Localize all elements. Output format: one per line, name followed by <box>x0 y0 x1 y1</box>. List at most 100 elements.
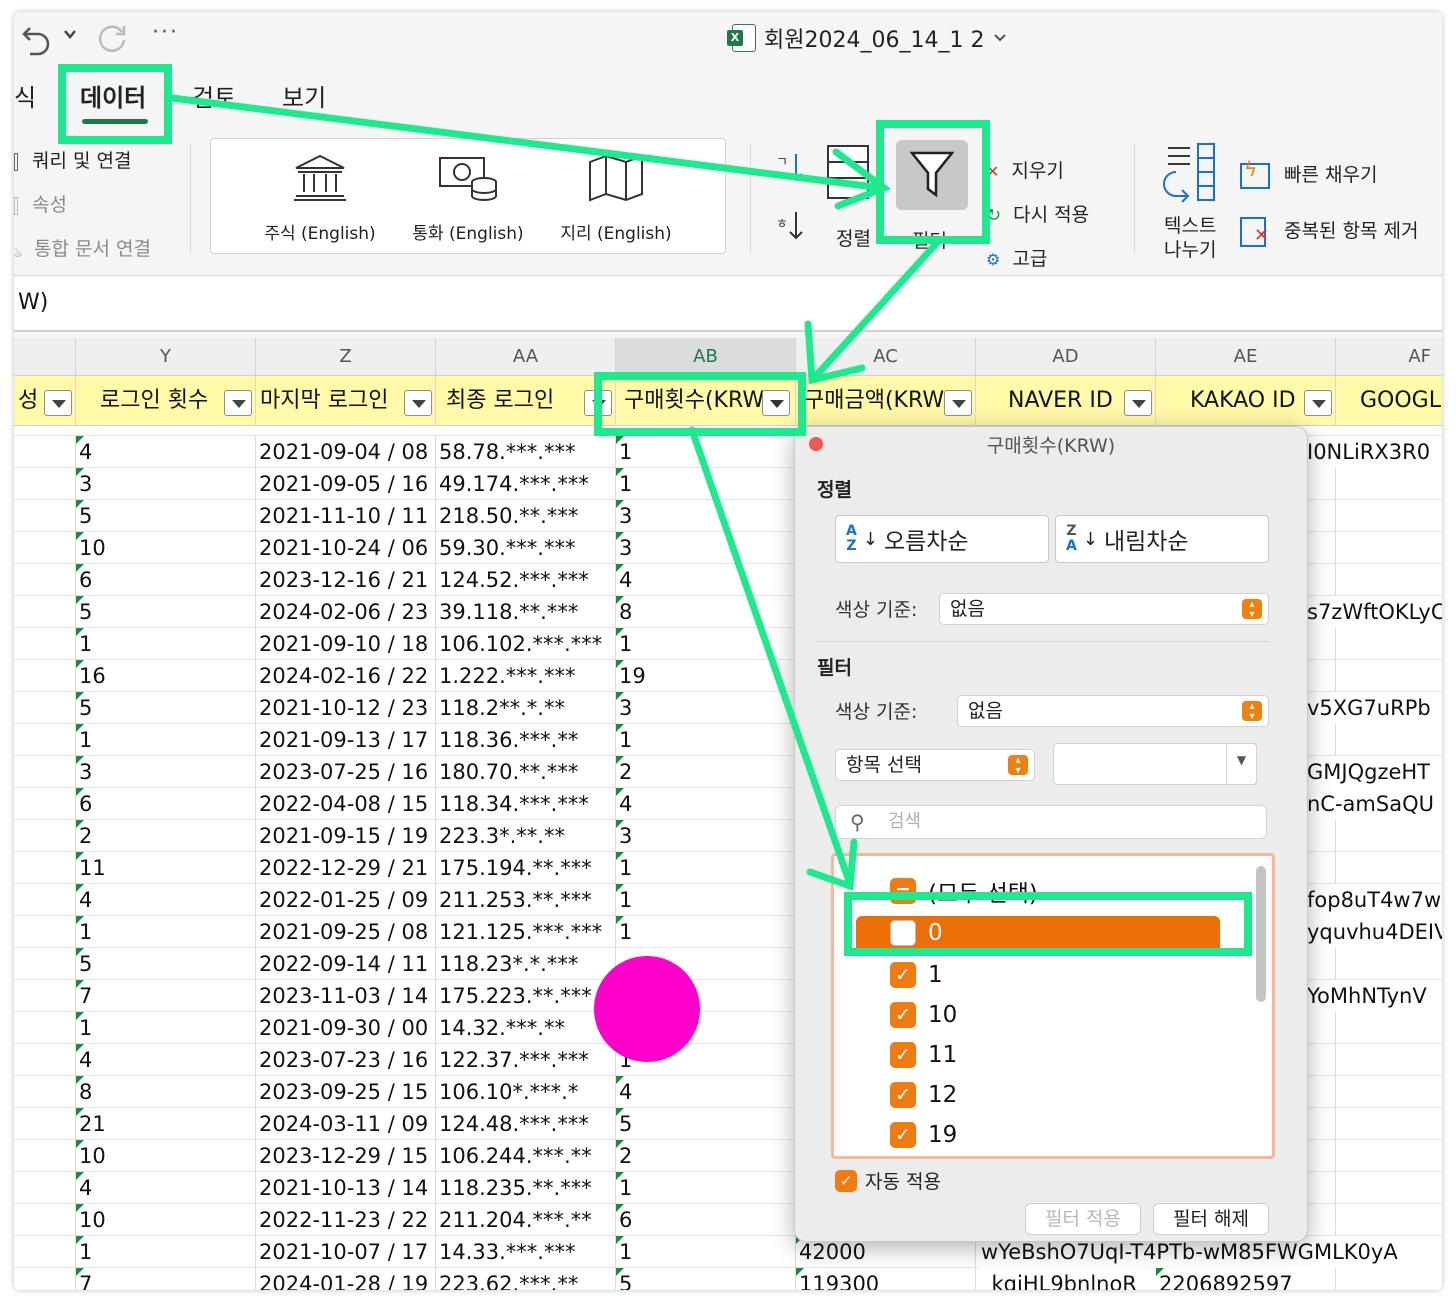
table-cell[interactable]: 2023-07-25 / 16 <box>256 756 436 788</box>
table-cell[interactable] <box>1336 1172 1442 1204</box>
sort-ascending-button[interactable]: A Z ↓ 오름차순 <box>835 515 1049 563</box>
table-cell[interactable]: 3 <box>616 692 796 724</box>
table-cell[interactable]: 2 <box>616 756 796 788</box>
table-cell[interactable]: 2021-11-10 / 11 <box>256 500 436 532</box>
table-cell[interactable] <box>1336 532 1442 564</box>
list-item[interactable]: ✓ 1 <box>890 962 943 988</box>
table-cell[interactable]: 16 <box>76 660 256 692</box>
table-cell[interactable]: 58.78.***.*** <box>436 436 616 468</box>
table-cell[interactable] <box>14 564 76 596</box>
table-cell[interactable] <box>1336 948 1442 980</box>
table-cell[interactable] <box>14 1172 76 1204</box>
table-cell[interactable]: 118.34.***.*** <box>436 788 616 820</box>
table-cell[interactable]: 2023-12-29 / 15 <box>256 1140 436 1172</box>
table-cell[interactable]: 11 <box>76 852 256 884</box>
currency-button[interactable]: 통화 (English) <box>403 149 533 244</box>
table-cell[interactable] <box>14 1140 76 1172</box>
formula-bar[interactable]: W) <box>14 278 1442 332</box>
table-cell[interactable] <box>1336 564 1442 596</box>
table-cell-id[interactable]: yquvhu4DEIV <box>1304 916 1442 948</box>
table-cell[interactable]: 6 <box>76 788 256 820</box>
table-cell[interactable]: 106.10*.***.* <box>436 1076 616 1108</box>
table-cell[interactable]: 4 <box>616 1076 796 1108</box>
table-cell[interactable]: 118.2**.*.** <box>436 692 616 724</box>
search-input[interactable]: ⚲ 검색 <box>835 805 1267 839</box>
sort-button-label[interactable]: 정렬 <box>836 224 871 251</box>
table-cell[interactable]: 1 <box>76 724 256 756</box>
flash-fill-button[interactable]: ϟ 빠른 채우기 <box>1240 157 1377 189</box>
table-cell[interactable] <box>14 1204 76 1236</box>
table-cell[interactable] <box>14 852 76 884</box>
table-cell[interactable] <box>14 1268 76 1290</box>
table-cell[interactable] <box>14 756 76 788</box>
list-item[interactable]: ✓ 11 <box>890 1042 957 1068</box>
sort-az-icon[interactable]: ㄱ <box>774 150 804 196</box>
table-cell[interactable]: 2022-09-14 / 11 <box>256 948 436 980</box>
table-cell[interactable]: 2022-04-08 / 15 <box>256 788 436 820</box>
table-cell[interactable] <box>14 884 76 916</box>
table-cell[interactable]: 6 <box>616 1204 796 1236</box>
table-cell[interactable] <box>14 916 76 948</box>
table-cell[interactable]: 8 <box>616 596 796 628</box>
table-cell[interactable]: 2023-07-23 / 16 <box>256 1044 436 1076</box>
table-cell[interactable]: 5 <box>616 1108 796 1140</box>
table-cell[interactable]: 180.70.**.*** <box>436 756 616 788</box>
table-cell[interactable] <box>1336 1204 1442 1236</box>
table-cell[interactable] <box>14 1076 76 1108</box>
column-header-x[interactable] <box>14 338 76 376</box>
table-cell[interactable] <box>1336 468 1442 500</box>
table-cell[interactable]: 5 <box>616 1268 796 1290</box>
sort-dialog-icon[interactable] <box>826 142 882 207</box>
table-cell[interactable]: 6 <box>76 564 256 596</box>
table-cell[interactable]: 223.62.***.** <box>436 1268 616 1290</box>
table-cell-id[interactable]: fop8uT4w7w <box>1304 884 1442 916</box>
table-cell[interactable]: 1 <box>616 628 796 660</box>
table-cell[interactable]: 1.222.***.*** <box>436 660 616 692</box>
table-cell[interactable]: 5 <box>76 948 256 980</box>
table-cell[interactable]: 1 <box>616 852 796 884</box>
table-cell[interactable]: 175.223.**.*** <box>436 980 616 1012</box>
column-header-aa[interactable]: AA <box>436 338 616 376</box>
table-cell[interactable]: 2023-11-03 / 14 <box>256 980 436 1012</box>
table-cell[interactable]: 118.235.**.*** <box>436 1172 616 1204</box>
table-cell[interactable]: 4 <box>76 1044 256 1076</box>
table-cell[interactable]: 21 <box>76 1108 256 1140</box>
table-cell[interactable]: 7 <box>76 980 256 1012</box>
table-cell[interactable]: 2021-10-24 / 06 <box>256 532 436 564</box>
list-item[interactable]: ✓ 12 <box>890 1082 957 1108</box>
table-cell[interactable]: 1 <box>616 1172 796 1204</box>
table-cell[interactable] <box>1336 628 1442 660</box>
table-cell[interactable] <box>14 1108 76 1140</box>
column-header-af[interactable]: AF <box>1336 338 1442 376</box>
remove-duplicates-button[interactable]: ✕ 중복된 항목 제거 <box>1240 216 1418 247</box>
table-cell[interactable] <box>14 596 76 628</box>
table-cell[interactable] <box>1336 1076 1442 1108</box>
table-cell[interactable]: 2023-12-16 / 21 <box>256 564 436 596</box>
table-cell[interactable]: 2021-09-15 / 19 <box>256 820 436 852</box>
table-cell-id[interactable]: I0NLiRX3R0 <box>1304 436 1442 468</box>
table-cell[interactable]: 3 <box>616 820 796 852</box>
table-cell[interactable] <box>1336 1140 1442 1172</box>
table-cell[interactable]: 223.3*.**.** <box>436 820 616 852</box>
table-cell[interactable]: 122.37.***.*** <box>436 1044 616 1076</box>
table-cell[interactable]: 14.32.***.** <box>436 1012 616 1044</box>
table-cell[interactable]: 4 <box>76 884 256 916</box>
table-cell[interactable]: 5 <box>76 692 256 724</box>
table-cell[interactable]: 211.204.***.** <box>436 1204 616 1236</box>
table-cell[interactable] <box>14 436 76 468</box>
table-cell[interactable]: 2021-09-30 / 00 <box>256 1012 436 1044</box>
table-cell[interactable]: 1 <box>76 628 256 660</box>
text-to-columns-icon[interactable] <box>1158 142 1222 213</box>
table-cell[interactable] <box>1336 1012 1442 1044</box>
criteria-combo-input[interactable]: ▼ <box>1053 743 1257 785</box>
table-cell[interactable]: 19 <box>616 660 796 692</box>
table-cell[interactable]: 2206892597 <box>1156 1268 1336 1290</box>
checkbox-checked[interactable]: ✓ <box>890 1122 916 1148</box>
table-cell[interactable]: 124.48.***.*** <box>436 1108 616 1140</box>
combo-dropdown-icon[interactable]: ▼ <box>1226 744 1256 784</box>
table-cell[interactable]: 118.36.***.** <box>436 724 616 756</box>
table-cell[interactable]: 2021-09-05 / 16 <box>256 468 436 500</box>
tab-formulas[interactable]: 식 <box>14 78 36 113</box>
table-cell[interactable]: 10 <box>76 532 256 564</box>
table-cell[interactable] <box>14 500 76 532</box>
